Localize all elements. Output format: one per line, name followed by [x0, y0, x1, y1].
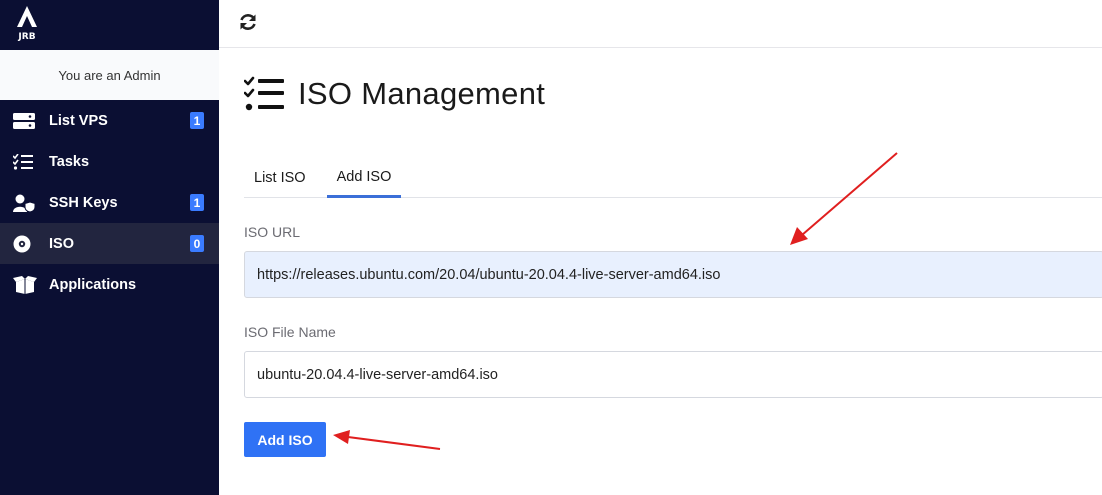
add-iso-button[interactable]: Add ISO	[244, 422, 326, 457]
checklist-icon	[244, 76, 284, 111]
sidebar-item-applications[interactable]: Applications	[0, 264, 219, 305]
sidebar-item-list-vps[interactable]: List VPS 1	[0, 100, 219, 141]
sidebar-item-ssh-keys[interactable]: SSH Keys 1	[0, 182, 219, 223]
refresh-icon[interactable]	[238, 12, 258, 32]
main-content: ISO Management List ISO Add ISO ISO URL …	[219, 48, 1102, 495]
brand-logo[interactable]: JRB	[14, 5, 40, 41]
sidebar-item-iso[interactable]: ISO 0	[0, 223, 219, 264]
server-icon	[13, 112, 37, 130]
tab-add-iso[interactable]: Add ISO	[326, 158, 402, 198]
iso-file-name-input[interactable]	[257, 352, 1102, 397]
logo-area: JRB	[0, 0, 219, 50]
top-bar	[219, 0, 1102, 48]
page-title: ISO Management	[298, 76, 546, 111]
sidebar-item-label: Applications	[49, 276, 137, 293]
iso-file-name-field-wrapper	[244, 351, 1102, 398]
count-badge: 1	[190, 112, 204, 129]
sidebar-item-label: SSH Keys	[49, 194, 118, 211]
sidebar-item-label: Tasks	[49, 153, 90, 170]
iso-url-field-wrapper	[244, 251, 1102, 298]
sidebar-item-tasks[interactable]: Tasks	[0, 141, 219, 182]
tab-bar: List ISO Add ISO	[244, 158, 1102, 198]
iso-file-name-label: ISO File Name	[244, 324, 336, 340]
task-list-icon	[13, 153, 37, 171]
admin-notice: You are an Admin	[0, 50, 219, 100]
count-badge: 1	[190, 194, 204, 211]
count-badge: 0	[190, 235, 204, 252]
sidebar-item-label: ISO	[49, 235, 74, 252]
box-icon	[13, 275, 37, 294]
sidebar-nav: List VPS 1 Tasks SSH Keys 1 ISO 0 Applic…	[0, 100, 219, 305]
sidebar: JRB You are an Admin List VPS 1 Tasks SS…	[0, 0, 219, 495]
sidebar-item-label: List VPS	[49, 112, 108, 129]
user-key-icon	[13, 194, 37, 212]
page-header: ISO Management	[244, 76, 545, 112]
svg-text:JRB: JRB	[17, 32, 35, 41]
iso-url-label: ISO URL	[244, 224, 301, 240]
disc-icon	[13, 235, 37, 253]
tab-list-iso[interactable]: List ISO	[244, 158, 316, 198]
iso-url-input[interactable]	[257, 252, 1102, 297]
